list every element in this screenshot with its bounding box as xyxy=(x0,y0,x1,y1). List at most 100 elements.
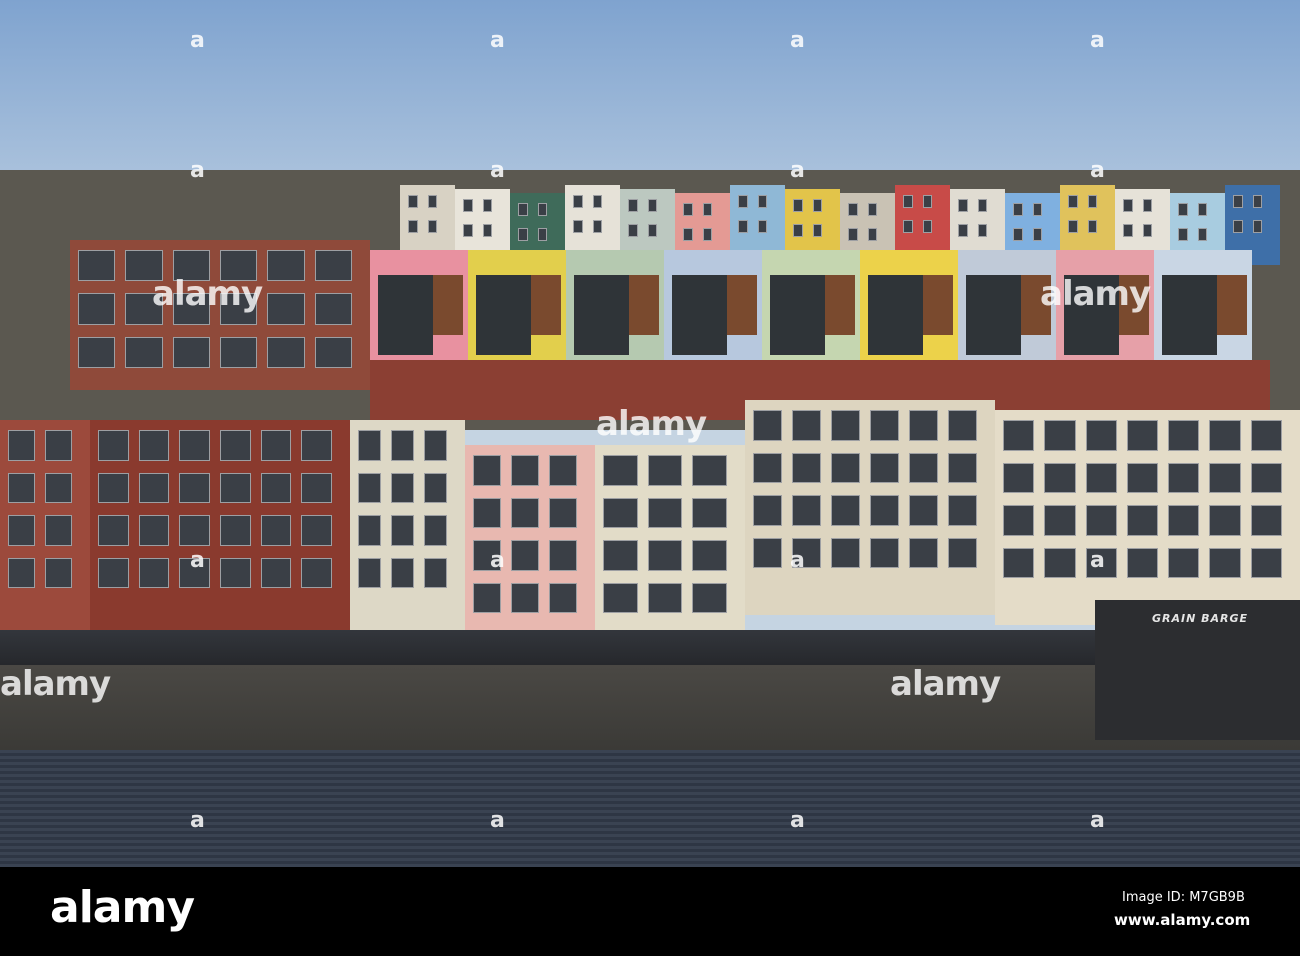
window xyxy=(391,472,414,503)
window xyxy=(757,220,767,233)
window xyxy=(427,195,437,208)
watermark-letter: a xyxy=(790,808,805,833)
window xyxy=(812,199,822,212)
watermark-letter: a xyxy=(190,158,205,183)
timber-panel xyxy=(727,275,757,335)
window xyxy=(314,250,352,282)
window xyxy=(1003,547,1035,578)
glazing xyxy=(868,275,923,355)
window xyxy=(391,557,414,588)
window xyxy=(511,497,539,528)
watermark-logo: alamy xyxy=(1040,274,1151,314)
window xyxy=(8,515,35,546)
glazing xyxy=(966,275,1021,355)
watermark-letter: a xyxy=(1090,548,1105,573)
timber-panel xyxy=(629,275,659,335)
window xyxy=(1013,228,1023,241)
window xyxy=(573,195,583,208)
window xyxy=(603,582,638,613)
window xyxy=(1123,199,1133,212)
window xyxy=(592,195,602,208)
window xyxy=(138,430,170,461)
window xyxy=(358,430,381,461)
window xyxy=(260,515,292,546)
window xyxy=(903,220,913,233)
window xyxy=(138,472,170,503)
window xyxy=(1085,462,1117,493)
window xyxy=(948,410,977,441)
window xyxy=(573,220,583,233)
window xyxy=(267,336,305,368)
window xyxy=(358,472,381,503)
window xyxy=(518,203,528,216)
window xyxy=(603,455,638,486)
window xyxy=(408,195,418,208)
window xyxy=(125,336,163,368)
window xyxy=(260,557,292,588)
watermark-logo: alamy xyxy=(596,404,707,444)
window xyxy=(1003,420,1035,451)
glazing xyxy=(378,275,433,355)
window xyxy=(1126,547,1159,578)
window xyxy=(1142,224,1152,237)
window xyxy=(1252,195,1262,208)
window xyxy=(977,224,987,237)
watermark-letter: a xyxy=(490,808,505,833)
window xyxy=(1087,220,1097,233)
window xyxy=(867,228,877,241)
watermark-letter: a xyxy=(190,548,205,573)
window xyxy=(1168,547,1200,578)
window xyxy=(1168,420,1200,451)
window xyxy=(1233,195,1243,208)
glazing xyxy=(770,275,825,355)
timber-panel xyxy=(923,275,953,335)
window xyxy=(958,224,968,237)
window xyxy=(848,228,858,241)
window xyxy=(702,228,712,241)
window xyxy=(473,497,501,528)
window xyxy=(98,472,129,503)
window xyxy=(831,452,860,483)
window xyxy=(220,472,251,503)
window xyxy=(98,557,129,588)
window xyxy=(1233,220,1243,233)
window xyxy=(1126,420,1159,451)
window xyxy=(549,582,577,613)
window xyxy=(831,410,860,441)
window xyxy=(647,582,683,613)
window xyxy=(870,410,899,441)
window xyxy=(463,224,473,237)
watermark-letter: a xyxy=(490,28,505,53)
window xyxy=(1250,505,1282,536)
window xyxy=(909,452,938,483)
window xyxy=(267,250,305,282)
window xyxy=(909,537,938,568)
window xyxy=(922,195,932,208)
window xyxy=(482,199,492,212)
window xyxy=(603,497,638,528)
window xyxy=(753,452,782,483)
window xyxy=(314,293,352,325)
window xyxy=(1087,195,1097,208)
window xyxy=(692,455,727,486)
watermark-letter: a xyxy=(190,808,205,833)
window xyxy=(647,497,683,528)
window xyxy=(1068,220,1078,233)
window xyxy=(391,430,414,461)
window xyxy=(1044,547,1076,578)
window xyxy=(511,455,539,486)
parked-cars xyxy=(0,630,1100,665)
window xyxy=(647,224,657,237)
window xyxy=(1142,199,1152,212)
window xyxy=(683,228,693,241)
window xyxy=(549,497,577,528)
window xyxy=(592,220,602,233)
site-url: www.alamy.com xyxy=(1114,911,1251,929)
window xyxy=(909,495,938,526)
window xyxy=(628,224,638,237)
window xyxy=(1209,547,1241,578)
watermark-letter: a xyxy=(1090,28,1105,53)
window xyxy=(358,557,381,588)
window xyxy=(78,336,116,368)
window xyxy=(1252,220,1262,233)
